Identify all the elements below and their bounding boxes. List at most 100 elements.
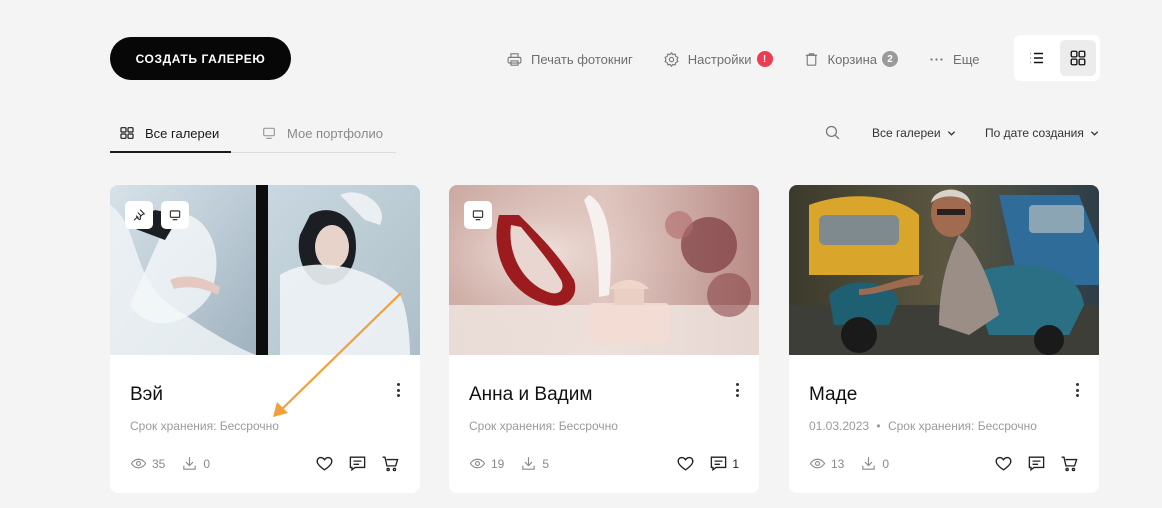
gallery-cover-image[interactable]	[449, 185, 759, 355]
downloads-stat: 5	[520, 455, 549, 472]
downloads-stat: 0	[860, 455, 889, 472]
downloads-count: 5	[542, 456, 550, 471]
monitor-icon	[263, 127, 275, 139]
monitor-icon	[169, 210, 181, 221]
gallery-date: 01.03.2023	[809, 419, 870, 433]
list-view-button[interactable]	[1019, 40, 1055, 76]
cart-icon	[1061, 456, 1078, 472]
gallery-filter-value: Все галереи	[872, 126, 941, 140]
comments-button[interactable]	[348, 454, 367, 473]
cover-photo	[110, 185, 420, 355]
download-icon	[522, 457, 536, 470]
trash-button[interactable]: Корзина 2	[803, 51, 899, 68]
trash-count-badge: 2	[882, 51, 899, 67]
tab-my-portfolio[interactable]: Мое портфолио	[231, 118, 393, 153]
gallery-title[interactable]: Вэй	[130, 384, 163, 406]
views-count: 13	[831, 456, 845, 471]
gallery-filter-dropdown[interactable]: Все галереи	[872, 126, 956, 140]
comment-icon	[1028, 456, 1045, 472]
gallery-title[interactable]: Маде	[809, 384, 857, 406]
gallery-title[interactable]: Анна и Вадим	[469, 384, 592, 406]
tab-all-galleries[interactable]: Все галереи	[110, 118, 231, 153]
storage-text: Срок хранения: Бессрочно	[130, 419, 279, 433]
monitor-icon	[472, 210, 484, 221]
comment-icon	[349, 456, 366, 472]
heart-icon	[316, 456, 333, 471]
views-count: 35	[152, 456, 166, 471]
sort-dropdown[interactable]: По дате создания	[985, 126, 1099, 140]
pin-icon	[133, 209, 146, 221]
comments-count: 1	[732, 456, 739, 471]
gallery-card[interactable]: Анна и Вадим Срок хранения: Бессрочно 19…	[449, 185, 759, 493]
view-toggle	[1014, 35, 1100, 81]
comments-button[interactable]	[1027, 454, 1046, 473]
print-photobooks-label: Печать фотокниг	[531, 51, 633, 67]
eye-icon	[469, 458, 486, 469]
cover-photo	[449, 185, 759, 355]
favorites-button[interactable]	[315, 454, 334, 473]
downloads-count: 0	[882, 456, 890, 471]
grid-icon	[1070, 50, 1085, 66]
gear-icon	[664, 51, 679, 67]
printer-icon	[507, 52, 522, 66]
views-stat: 13	[809, 455, 844, 472]
portfolio-tag[interactable]	[161, 201, 189, 229]
sort-value: По дате создания	[985, 126, 1084, 140]
portfolio-tag[interactable]	[464, 201, 492, 229]
settings-label: Настройки	[687, 51, 752, 67]
download-icon	[183, 457, 197, 470]
heart-icon	[995, 456, 1012, 471]
tab-label: Все галереи	[145, 126, 220, 141]
orders-button[interactable]	[381, 454, 400, 473]
chevron-down-icon	[1090, 130, 1098, 136]
storage-info: 01.03.2023 • Срок хранения: Бессрочно	[809, 419, 1037, 433]
card-menu-button[interactable]	[394, 383, 402, 397]
favorites-button[interactable]	[994, 454, 1013, 473]
eye-icon	[130, 458, 147, 469]
storage-text: Срок хранения: Бессрочно	[887, 419, 1037, 433]
card-actions	[994, 454, 1079, 473]
heart-icon	[677, 456, 694, 471]
storage-text: Срок хранения: Бессрочно	[469, 419, 618, 433]
gallery-cover-image[interactable]	[789, 185, 1099, 355]
create-gallery-button[interactable]: СОЗДАТЬ ГАЛЕРЕЮ	[110, 37, 291, 80]
storage-info: Срок хранения: Бессрочно	[469, 419, 618, 433]
downloads-stat: 0	[181, 455, 210, 472]
chevron-down-icon	[947, 130, 955, 136]
trash-icon	[805, 52, 817, 66]
gallery-cover-image[interactable]	[110, 185, 420, 355]
gallery-stats: 35 0	[130, 455, 226, 472]
views-stat: 35	[130, 455, 165, 472]
grid-icon	[120, 127, 134, 139]
more-dots-icon	[930, 57, 943, 61]
card-actions	[315, 454, 400, 473]
comment-icon	[711, 456, 727, 472]
more-label: Еще	[953, 51, 980, 67]
gallery-stats: 19 5	[469, 455, 565, 472]
cart-icon	[382, 456, 399, 472]
card-menu-button[interactable]	[1073, 383, 1081, 397]
gallery-card[interactable]: Маде 01.03.2023 • Срок хранения: Бессроч…	[789, 185, 1099, 493]
card-actions: 1	[676, 454, 739, 473]
favorites-button[interactable]	[676, 454, 695, 473]
list-icon	[1030, 52, 1043, 64]
gallery-card[interactable]: Вэй Срок хранения: Бессрочно 35 0	[110, 185, 420, 493]
search-icon[interactable]	[824, 124, 841, 141]
print-photobooks-button[interactable]: Печать фотокниг	[506, 51, 633, 68]
gallery-tabs: Все галереи Мое портфолио	[110, 118, 396, 153]
download-icon	[862, 457, 876, 470]
settings-alert-badge: !	[756, 51, 773, 67]
pin-button[interactable]	[125, 201, 153, 229]
eye-icon	[809, 458, 826, 469]
tab-label: Мое портфолио	[287, 126, 383, 141]
views-stat: 19	[469, 455, 504, 472]
more-button[interactable]: Еще	[928, 51, 979, 68]
comments-button[interactable]: 1	[709, 454, 739, 473]
gallery-stats: 13 0	[809, 455, 905, 472]
meta-separator: •	[876, 419, 881, 433]
grid-view-button[interactable]	[1059, 40, 1096, 76]
orders-button[interactable]	[1060, 454, 1079, 473]
top-actions: Печать фотокниг Настройки ! Корзина 2 Ещ…	[506, 48, 979, 70]
settings-button[interactable]: Настройки !	[663, 51, 773, 68]
card-menu-button[interactable]	[733, 383, 741, 397]
